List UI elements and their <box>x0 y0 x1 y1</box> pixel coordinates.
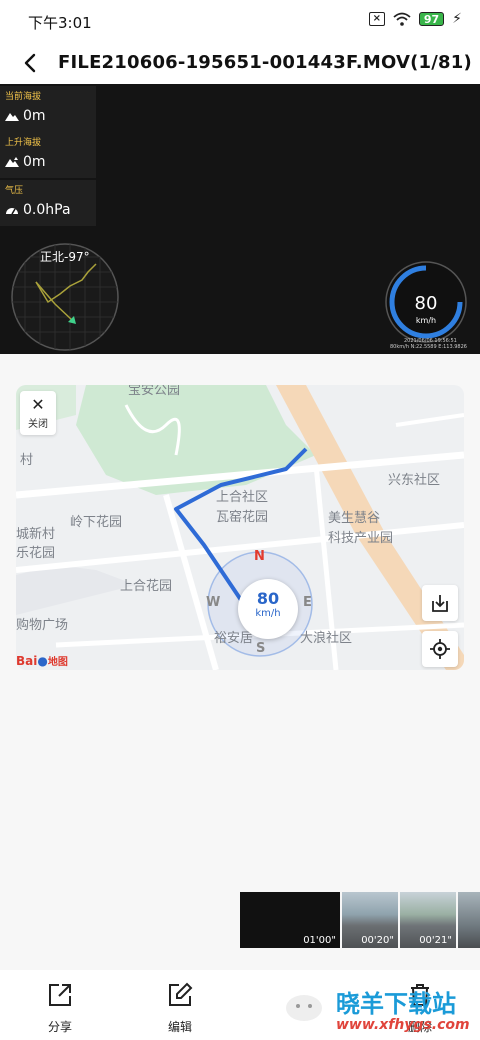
mountain-icon <box>5 113 19 121</box>
map-label: 美生慧谷 <box>328 511 381 526</box>
title-bar: FILE210606-195651-001443F.MOV(1/81) <box>0 42 480 84</box>
charging-icon: ⚡ <box>452 11 462 27</box>
map-label: 大浪社区 <box>300 631 353 646</box>
download-map-button[interactable] <box>422 585 458 621</box>
map-label: 瓦窑花园 <box>216 510 269 525</box>
battery-indicator: 97 <box>418 12 445 26</box>
edit-icon <box>169 982 193 1006</box>
baidu-logo-text: Bai <box>16 654 38 668</box>
page-title: FILE210606-195651-001443F.MOV(1/81) <box>58 52 472 73</box>
map-label: 宝安公园 <box>128 385 181 398</box>
close-map-label: 关闭 <box>28 419 48 430</box>
thumbnail-time: 01'00" <box>303 935 336 946</box>
edit-label: 编辑 <box>167 1020 192 1034</box>
thumbnail-item[interactable]: 00'20" <box>342 892 398 948</box>
compass-n: N <box>254 549 265 564</box>
pressure-gauge-icon <box>6 208 18 215</box>
thumbnail-item[interactable]: 01'00" <box>240 892 340 948</box>
speedometer: 80 km/h <box>384 260 468 344</box>
hud-label: 上升海拔 <box>5 138 42 148</box>
speed-value: 80 <box>414 293 438 314</box>
map-label: 城新村 <box>16 527 56 542</box>
hud-value-row: 0m <box>5 154 46 170</box>
thumbnail-item[interactable]: 00'21" <box>400 892 456 948</box>
no-sim-icon: × <box>368 12 385 26</box>
close-icon: ✕ <box>31 395 45 414</box>
status-icons: × 97 ⚡ <box>368 11 462 27</box>
edit-button[interactable]: 编辑 <box>150 982 210 1035</box>
map-label: 岭下花园 <box>70 515 123 530</box>
paw-icon: ● <box>37 654 48 668</box>
video-player[interactable]: 当前海拔 0m 上升海拔 0m 气压 0.0hPa 正北-97° 80 km/h… <box>0 84 480 354</box>
compass-s: S <box>256 641 266 656</box>
clip-thumbnails: 01'00" 00'20" 00'21" <box>240 892 480 948</box>
share-button[interactable]: 分享 <box>30 982 90 1035</box>
map-label: 上合社区 <box>216 490 269 505</box>
thumbnail-time: 00'20" <box>361 935 394 946</box>
locate-button[interactable] <box>422 631 458 667</box>
download-icon <box>432 595 448 612</box>
close-map-button[interactable]: ✕ 关闭 <box>20 391 56 435</box>
hud-value-row: 0m <box>5 108 46 124</box>
map-label: 村 <box>20 453 34 468</box>
hud-current-altitude: 当前海拔 0m <box>0 86 96 132</box>
map-label: 兴东社区 <box>388 473 441 488</box>
hud-altitude-gain: 上升海拔 0m <box>0 132 96 178</box>
map-label: 购物广场 <box>16 618 69 633</box>
share-label: 分享 <box>47 1020 72 1034</box>
map-label: 乐花园 <box>16 546 56 561</box>
watermark-url: www.xfhygs.com <box>336 1017 470 1033</box>
map-label: 科技产业园 <box>328 531 394 546</box>
back-button[interactable] <box>16 48 44 78</box>
hud-value: 0m <box>23 154 46 170</box>
status-bar: 下午3:01 × 97 ⚡ <box>0 0 480 42</box>
hud-value: 0.0hPa <box>23 202 71 218</box>
thumbnail-item[interactable] <box>458 892 480 948</box>
map-speed-unit: km/h <box>255 608 281 619</box>
heading-label: 正北-97° <box>40 250 90 264</box>
map-label: 上合花园 <box>120 579 173 594</box>
map-speed-value: 80 <box>256 589 280 608</box>
speed-unit: km/h <box>415 316 437 325</box>
hud-value: 0m <box>23 108 46 124</box>
map-view[interactable]: 宝安公园 兴东社区 上合社区 瓦窑花园 美生慧谷 科技产业园 岭下花园 城新村 … <box>16 385 464 670</box>
baidu-logo-suffix: 地图 <box>47 657 68 668</box>
watermark-logo: 晓羊下载站 <box>336 990 456 1018</box>
map-speed-bubble: 80 km/h <box>238 579 298 639</box>
thumbnail-time: 00'21" <box>419 935 452 946</box>
locate-icon <box>430 639 450 659</box>
hud-label: 气压 <box>5 186 24 196</box>
hud-pressure: 气压 0.0hPa <box>0 180 96 226</box>
chevron-left-icon <box>24 53 36 73</box>
hud-label: 当前海拔 <box>5 92 42 102</box>
wifi-icon <box>393 12 411 26</box>
share-icon <box>49 984 71 1006</box>
status-time: 下午3:01 <box>28 14 92 32</box>
sheep-mascot-icon <box>286 995 322 1021</box>
hud-value-row: 0.0hPa <box>5 202 71 218</box>
video-gps-readout: 80km/h N:22.5589 E:113.9826 <box>390 344 467 350</box>
compass-w: W <box>206 595 221 610</box>
baidu-logo: Bai●地图 <box>16 653 68 668</box>
mountain-up-icon <box>5 157 19 167</box>
compass-e: E <box>303 595 312 610</box>
